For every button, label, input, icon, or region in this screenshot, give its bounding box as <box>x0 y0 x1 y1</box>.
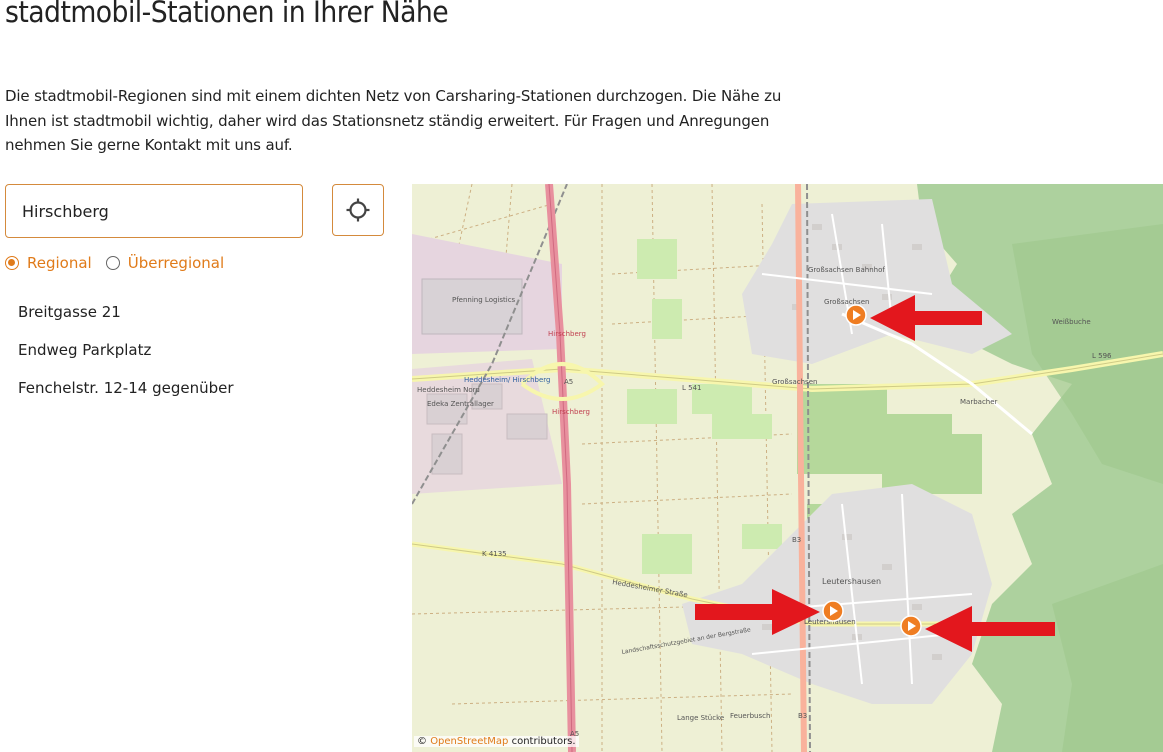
page-title: stadtmobil-Stationen in Ihrer Nähe <box>5 0 449 29</box>
station-marker-leutershausen-west[interactable] <box>822 600 844 622</box>
map-label-feuerbusch: Feuerbusch <box>730 712 770 720</box>
map-label-grosssachsen: Großsachsen <box>824 298 869 306</box>
station-list: Breitgasse 21 Endweg Parkplatz Fenchelst… <box>18 300 234 414</box>
map-label-edeka: Edeka Zentrallager <box>427 400 494 408</box>
map-label-grosssachsen-bahnhof: Großsachsen Bahnhof <box>808 266 885 274</box>
station-item-fenchelstr[interactable]: Fenchelstr. 12-14 gegenüber <box>18 376 234 414</box>
map-label-lange-stuecke: Lange Stücke <box>677 714 724 722</box>
station-item-breitgasse[interactable]: Breitgasse 21 <box>18 300 234 338</box>
radio-regional[interactable]: Regional <box>5 254 92 272</box>
map-label-marbacher: Marbacher <box>960 398 998 406</box>
region-filter: Regional Überregional <box>5 254 238 272</box>
map-label-grosssachsen-street: Großsachsen <box>772 378 817 386</box>
map-label-l596: L 596 <box>1092 352 1112 360</box>
map-label-a5-1: A5 <box>564 378 573 386</box>
radio-ueberregional[interactable]: Überregional <box>105 254 225 272</box>
station-marker-grosssachsen[interactable] <box>845 304 867 326</box>
map-label-heddesheim-hirschberg: Heddesheim/ Hirschberg <box>464 376 550 384</box>
map-label-b3-2: B3 <box>798 712 807 720</box>
station-item-endweg[interactable]: Endweg Parkplatz <box>18 338 234 376</box>
radio-ueberregional-label: Überregional <box>127 254 225 272</box>
map-label-leutershausen: Leutershausen <box>822 577 881 586</box>
search-input[interactable] <box>6 185 302 237</box>
map-canvas[interactable]: Großsachsen Bahnhof Großsachsen Großsach… <box>412 184 1163 752</box>
station-map[interactable]: Großsachsen Bahnhof Großsachsen Großsach… <box>412 184 1163 752</box>
intro-text: Die stadtmobil-Regionen sind mit einem d… <box>5 87 782 154</box>
radio-regional-indicator[interactable] <box>5 256 19 270</box>
map-label-weilbuche: Weißbuche <box>1052 318 1091 326</box>
map-label-l541: L 541 <box>682 384 702 392</box>
station-marker-leutershausen-east[interactable] <box>900 615 922 637</box>
map-label-heddesheim-nord: Heddesheim Nord <box>417 386 480 394</box>
map-label-k4135: K 4135 <box>482 550 507 558</box>
attribution-prefix: © <box>417 736 427 747</box>
radio-regional-label: Regional <box>27 254 92 272</box>
openstreetmap-link[interactable]: OpenStreetMap <box>430 736 508 747</box>
map-attribution: © OpenStreetMap contributors. <box>414 736 579 747</box>
map-label-b3-1: B3 <box>792 536 801 544</box>
crosshair-icon <box>346 198 370 222</box>
map-label-hirschberg-2: Hirschberg <box>552 408 590 416</box>
map-label-pfenning: Pfenning Logistics <box>452 296 516 304</box>
radio-ueberregional-indicator[interactable] <box>105 256 120 270</box>
locate-button[interactable] <box>332 184 384 236</box>
map-label-hirschberg-1: Hirschberg <box>548 330 586 338</box>
attribution-suffix: contributors. <box>511 736 576 747</box>
search-field[interactable] <box>5 184 303 238</box>
